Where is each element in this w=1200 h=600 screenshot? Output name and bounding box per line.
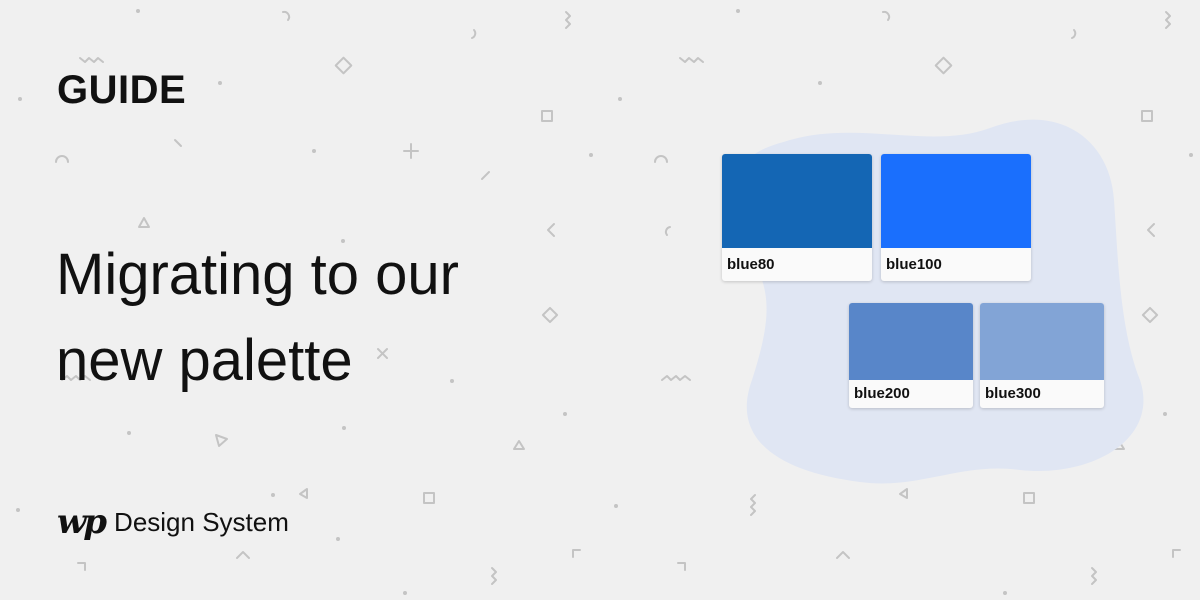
swatch-color	[881, 154, 1031, 248]
headline-line-2: new palette	[56, 328, 353, 393]
swatch-label: blue100	[886, 256, 942, 273]
swatch-blue100: blue100	[881, 154, 1031, 281]
headline-line-1: Migrating to our	[56, 242, 459, 307]
swatch-blue300: blue300	[980, 303, 1104, 408]
brand-name: Design System	[114, 506, 289, 537]
swatch-label: blue80	[727, 256, 775, 273]
headline: Migrating to our new palette	[56, 232, 576, 404]
swatch-color	[980, 303, 1104, 380]
swatch-blue200: blue200	[849, 303, 973, 408]
swatch-color	[849, 303, 973, 380]
guide-banner: GUIDE Migrating to our new palette wp De…	[0, 0, 1200, 600]
swatch-color	[722, 154, 872, 248]
swatch-blue80: blue80	[722, 154, 872, 281]
guide-label: GUIDE	[57, 68, 187, 112]
wp-logo-icon: wp	[57, 502, 107, 542]
swatch-label: blue300	[985, 385, 1041, 402]
brand-lockup: wp Design System	[57, 502, 289, 542]
swatch-label: blue200	[854, 385, 910, 402]
